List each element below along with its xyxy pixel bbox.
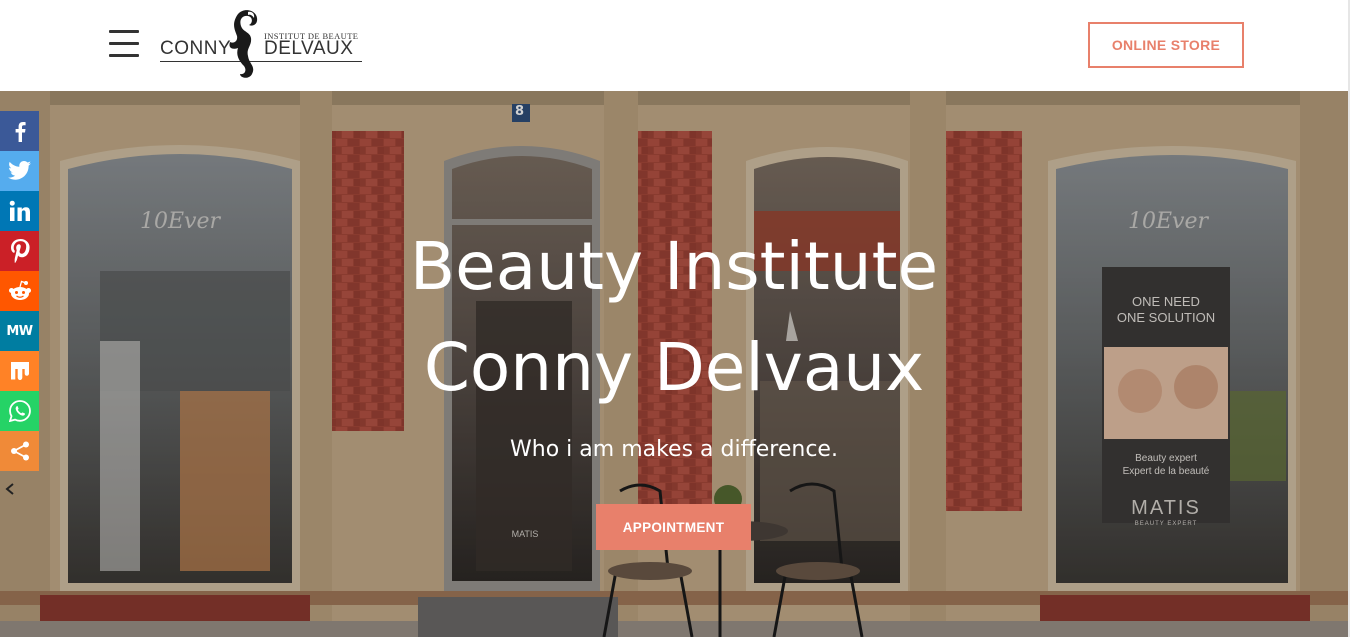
mix-icon	[10, 362, 29, 380]
site-logo[interactable]: INSTITUT DE BEAUTE CONNY DELVAUX	[158, 8, 364, 84]
menu-icon-bar	[109, 42, 139, 45]
share-reddit-button[interactable]	[0, 271, 39, 311]
logo-text-last: DELVAUX	[264, 38, 354, 59]
online-store-button[interactable]: ONLINE STORE	[1088, 22, 1244, 68]
whatsapp-icon	[8, 400, 31, 422]
appointment-button[interactable]: APPOINTMENT	[596, 504, 751, 550]
hero-title-line2: Conny Delvaux	[423, 329, 925, 406]
share-facebook-button[interactable]	[0, 111, 39, 151]
share-more-button[interactable]	[0, 431, 39, 471]
share-pinterest-button[interactable]	[0, 231, 39, 271]
pinterest-icon	[10, 239, 30, 263]
share-mewe-button[interactable]: MW	[0, 311, 39, 351]
hero-title-line1: Beauty Institute	[409, 228, 939, 305]
share-mix-button[interactable]	[0, 351, 39, 391]
menu-icon-bar	[109, 54, 139, 57]
linkedin-icon	[9, 200, 30, 221]
reddit-icon	[8, 280, 31, 300]
twitter-icon	[7, 161, 31, 180]
mewe-icon: MW	[6, 323, 33, 339]
share-twitter-button[interactable]	[0, 151, 39, 191]
hero-subtitle: Who i am makes a difference.	[510, 437, 838, 462]
facebook-icon	[15, 122, 26, 142]
share-linkedin-button[interactable]	[0, 191, 39, 231]
menu-icon[interactable]	[109, 28, 139, 60]
site-header: INSTITUT DE BEAUTE CONNY DELVAUX ONLINE …	[0, 0, 1350, 91]
menu-icon-bar	[109, 30, 139, 33]
share-whatsapp-button[interactable]	[0, 391, 39, 431]
logo-silhouette-icon	[229, 10, 258, 78]
hero-section: 10Ever 10Ever 8 ONE NEED ONE SOLUTION Be…	[0, 91, 1348, 637]
hide-share-bar-icon[interactable]	[4, 482, 16, 496]
share-icon	[10, 441, 29, 461]
social-share-bar: MW	[0, 111, 39, 471]
